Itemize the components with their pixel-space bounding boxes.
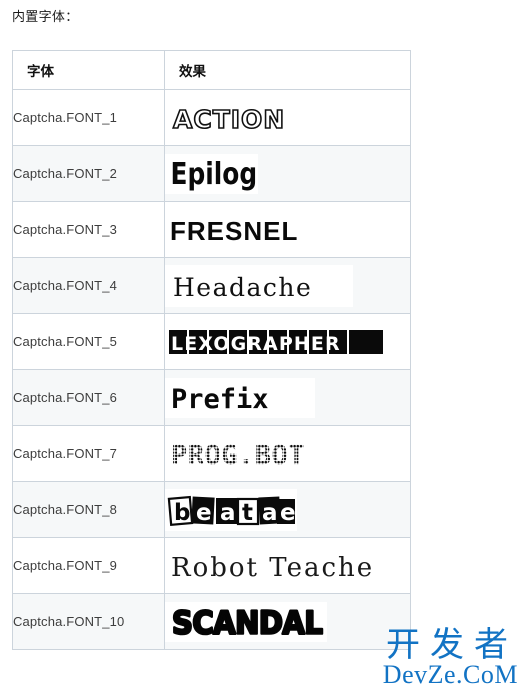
table-row: Captcha.FONT_3 FRESNEL — [12, 201, 411, 258]
font-name-cell: Captcha.FONT_6 — [12, 369, 165, 426]
captcha-sample-text: beatae — [165, 489, 214, 493]
font-name-cell: Captcha.FONT_2 — [12, 145, 165, 202]
table-row: Captcha.FONT_5 LEXOGRAPHER — [12, 313, 411, 370]
column-header-effect: 效果 — [164, 50, 411, 90]
captcha-sample-image-prefix: Prefix — [165, 377, 315, 418]
page-intro-text: 内置字体： — [12, 9, 79, 24]
font-name-cell: Captcha.FONT_3 — [12, 201, 165, 258]
table-row: Captcha.FONT_8 b e a t a e — [12, 481, 411, 538]
captcha-sample-image-lexographer: LEXOGRAPHER — [165, 323, 387, 360]
font-name-cell: Captcha.FONT_5 — [12, 313, 165, 370]
table-row: Captcha.FONT_4 Headache — [12, 257, 411, 314]
captcha-sample-text: Prefix — [171, 384, 269, 415]
captcha-sample-image-epilog: Epilog — [165, 153, 258, 194]
captcha-sample-text: SCANDAL — [172, 605, 323, 641]
captcha-sample-image-beatae: b e a t a e beatae — [165, 488, 297, 531]
column-header-font-name: 字体 — [12, 50, 165, 90]
font-sample-cell: Headache — [164, 257, 411, 314]
font-name-cell: Captcha.FONT_7 — [12, 425, 165, 482]
svg-text:t: t — [242, 500, 253, 526]
svg-text:e: e — [196, 500, 212, 526]
font-sample-cell: Robot Teacher — [164, 537, 411, 594]
font-name-cell: Captcha.FONT_10 — [12, 593, 165, 650]
table-row: Captcha.FONT_7 PROG.BOT — [12, 425, 411, 482]
captcha-sample-image-headache: Headache — [165, 264, 353, 307]
captcha-sample-text: Epilog — [171, 155, 258, 191]
font-name-cell: Captcha.FONT_1 — [12, 89, 165, 146]
font-sample-cell: Prefix — [164, 369, 411, 426]
svg-text:b: b — [174, 500, 190, 526]
captcha-sample-text: FRESNEL — [170, 216, 298, 246]
font-sample-cell: PROG.BOT PROG.BOT — [164, 425, 411, 482]
font-sample-cell: SCANDAL — [164, 593, 411, 650]
captcha-sample-text: PROG.BOT — [171, 440, 301, 471]
font-sample-cell: b e a t a e beatae — [164, 481, 411, 538]
svg-text:a: a — [220, 500, 236, 526]
captcha-sample-image-robot-teacher: Robot Teacher — [165, 544, 375, 587]
watermark-domain-text: DevZe.CoM — [382, 660, 518, 689]
captcha-sample-text: LEXOGRAPHER — [171, 333, 341, 355]
font-name-cell: Captcha.FONT_4 — [12, 257, 165, 314]
table-row: Captcha.FONT_2 Epilog — [12, 145, 411, 202]
svg-text:e: e — [280, 500, 296, 526]
font-sample-cell: FRESNEL — [164, 201, 411, 258]
captcha-sample-text: Headache — [173, 273, 312, 302]
captcha-sample-image-scandal: SCANDAL — [165, 601, 327, 642]
svg-text:a: a — [262, 500, 278, 526]
table-row: Captcha.FONT_9 Robot Teacher — [12, 537, 411, 594]
table-row: Captcha.FONT_1 ACTION — [12, 89, 411, 146]
font-name-cell: Captcha.FONT_8 — [12, 481, 165, 538]
table-header-row: 字体 效果 — [12, 50, 411, 90]
captcha-sample-image-progbot: PROG.BOT PROG.BOT — [165, 434, 373, 473]
captcha-sample-image-action: ACTION — [165, 97, 313, 138]
font-sample-cell: LEXOGRAPHER — [164, 313, 411, 370]
table-row: Captcha.FONT_6 Prefix — [12, 369, 411, 426]
captcha-sample-image-fresnel: FRESNEL — [165, 211, 328, 248]
captcha-sample-text: ACTION — [173, 105, 285, 134]
builtin-fonts-table: 字体 效果 Captcha.FONT_1 ACTION Captcha.FONT… — [12, 50, 411, 650]
table-row: Captcha.FONT_10 SCANDAL — [12, 593, 411, 650]
font-name-cell: Captcha.FONT_9 — [12, 537, 165, 594]
font-sample-cell: ACTION — [164, 89, 411, 146]
table-body: Captcha.FONT_1 ACTION Captcha.FONT_2 Epi… — [12, 89, 411, 650]
font-sample-cell: Epilog — [164, 145, 411, 202]
captcha-sample-text: Robot Teacher — [171, 553, 375, 583]
